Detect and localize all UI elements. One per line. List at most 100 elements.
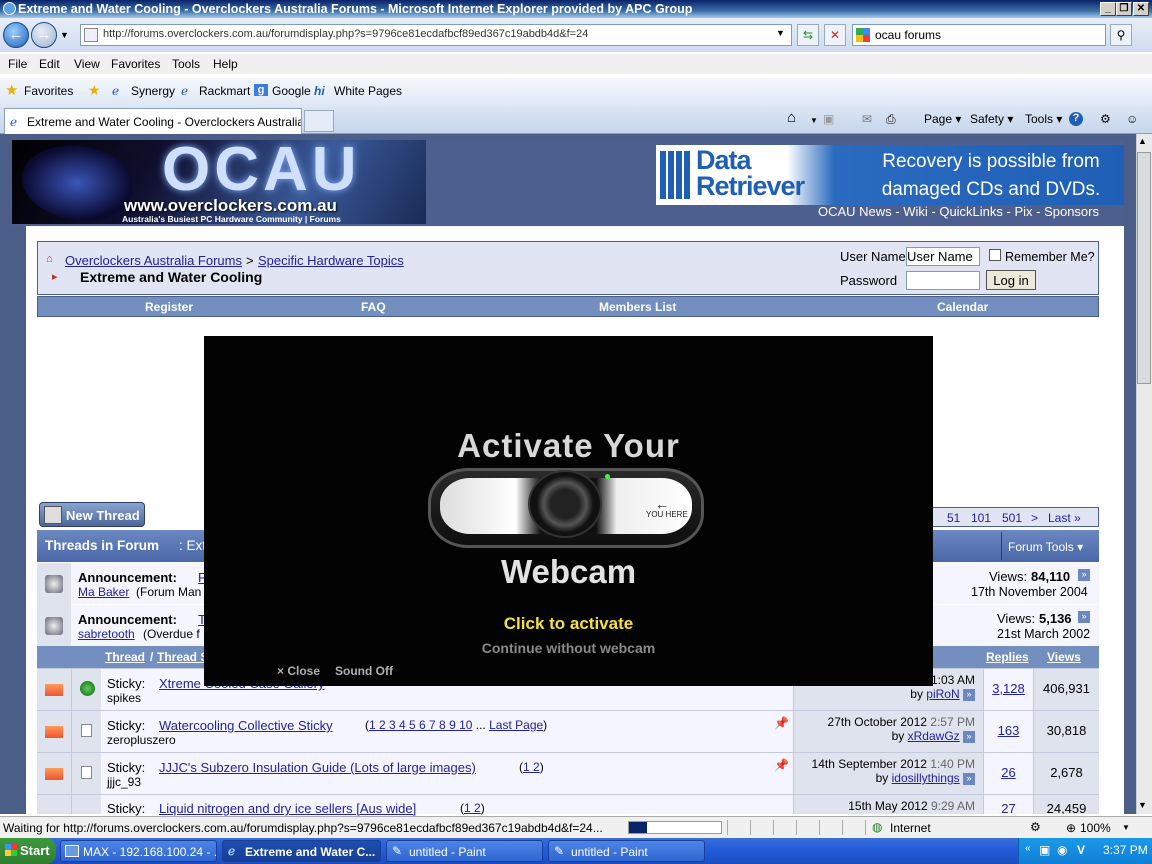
last-poster[interactable]: xRdawGz: [908, 729, 960, 743]
thread-title[interactable]: Liquid nitrogen and dry ice sellers [Aus…: [159, 801, 416, 816]
close-window-button[interactable]: ✕: [1133, 2, 1149, 16]
go-to-last-post-icon[interactable]: »: [963, 730, 975, 743]
remember-me-checkbox[interactable]: [989, 249, 1001, 261]
go-to-last-post-icon[interactable]: »: [963, 772, 975, 785]
favorites-button[interactable]: Favorites: [24, 84, 73, 98]
tab-active[interactable]: ℯ Extreme and Water Cooling - Overclocke…: [4, 108, 302, 134]
page-menu[interactable]: Page ▾: [924, 112, 961, 126]
favorite-google[interactable]: Google: [272, 84, 311, 98]
taskbar-item-ie[interactable]: ℯ Extreme and Water C...: [222, 840, 381, 862]
page-links[interactable]: 1 2 3 4 5 6 7 8 9 10: [369, 718, 472, 732]
replies-count[interactable]: 26: [1001, 765, 1015, 780]
scroll-up-arrow-icon[interactable]: ▲: [1138, 136, 1147, 146]
last-poster[interactable]: piRoN: [926, 687, 959, 701]
research-icon[interactable]: ⚙: [1100, 112, 1111, 126]
tools-menu[interactable]: Tools ▾: [1025, 112, 1062, 126]
home-dropdown-chevron-icon[interactable]: ▼: [810, 116, 818, 125]
replies-count[interactable]: 163: [998, 723, 1020, 738]
taskbar-item-max[interactable]: MAX - 192.168.100.24 - ...: [60, 840, 217, 862]
recent-pages-chevron-icon[interactable]: ▼: [60, 30, 69, 40]
tray-expand-icon[interactable]: «: [1025, 843, 1031, 854]
sort-by-views[interactable]: Views: [1047, 650, 1081, 664]
address-input[interactable]: http://forums.overclockers.com.au/forumd…: [80, 24, 792, 46]
protected-mode-icon[interactable]: ⚙: [1030, 820, 1041, 834]
antivirus-icon[interactable]: V: [1077, 843, 1085, 857]
feeds-icon[interactable]: ▣: [823, 112, 834, 126]
click-to-activate-button[interactable]: Click to activate: [204, 614, 933, 634]
safety-menu[interactable]: Safety ▾: [970, 112, 1013, 126]
nav-calendar[interactable]: Calendar: [937, 300, 988, 314]
nav-register[interactable]: Register: [145, 300, 193, 314]
window-titlebar[interactable]: Extreme and Water Cooling - Overclockers…: [0, 0, 1152, 18]
clock[interactable]: 3:37 PM: [1103, 843, 1148, 857]
add-favorite-icon[interactable]: ★: [88, 82, 101, 99]
overlay-close-button[interactable]: × Close: [277, 664, 320, 678]
menu-tools[interactable]: Tools: [172, 57, 200, 71]
messenger-icon[interactable]: ☺: [1126, 112, 1138, 126]
favorite-rackmart[interactable]: Rackmart: [199, 84, 250, 98]
page-next[interactable]: >: [1031, 511, 1038, 525]
nav-members-list[interactable]: Members List: [599, 300, 676, 314]
search-input[interactable]: ocau forums: [852, 24, 1106, 46]
login-button[interactable]: Log in: [986, 270, 1036, 290]
minimize-button[interactable]: _: [1100, 2, 1116, 16]
back-button[interactable]: ←: [3, 22, 29, 48]
page-link-51[interactable]: 51: [947, 511, 960, 525]
search-go-button[interactable]: ⚲: [1110, 24, 1132, 46]
mail-icon[interactable]: ✉: [862, 112, 872, 126]
help-icon[interactable]: ?: [1069, 112, 1083, 126]
page-last[interactable]: Last »: [1048, 511, 1081, 525]
favorite-white-pages[interactable]: White Pages: [334, 84, 402, 98]
page-links[interactable]: 1 2: [523, 760, 540, 774]
zoom-icon[interactable]: ⊕: [1066, 821, 1076, 835]
network-icon[interactable]: ▣: [1039, 843, 1050, 857]
thread-title[interactable]: Watercooling Collective Sticky: [159, 718, 333, 733]
menu-file[interactable]: File: [8, 57, 27, 71]
new-tab-button[interactable]: [304, 110, 334, 132]
overlay-sound-off-button[interactable]: Sound Off: [335, 664, 393, 678]
refresh-button[interactable]: ⇆: [797, 24, 819, 46]
stop-button[interactable]: ✕: [824, 24, 846, 46]
new-thread-button[interactable]: New Thread: [39, 502, 145, 527]
home-icon[interactable]: ⌂: [787, 109, 796, 126]
menu-favorites[interactable]: Favorites: [111, 57, 160, 71]
thread-title[interactable]: JJJC's Subzero Insulation Guide (Lots of…: [159, 760, 476, 775]
zoom-level[interactable]: 100%: [1080, 821, 1111, 835]
announcement-author[interactable]: sabretooth: [78, 627, 135, 641]
username-input[interactable]: [906, 247, 980, 266]
taskbar-item-paint-1[interactable]: ✎ untitled - Paint: [386, 840, 543, 862]
continue-without-webcam-button[interactable]: Continue without webcam: [204, 640, 933, 656]
replies-count[interactable]: 27: [1001, 801, 1015, 814]
scroll-down-arrow-icon[interactable]: ▼: [1138, 800, 1147, 810]
announcement-author[interactable]: Ma Baker: [78, 585, 129, 599]
go-to-post-icon[interactable]: »: [1078, 611, 1090, 623]
top-links[interactable]: OCAU News - Wiki - QuickLinks - Pix - Sp…: [818, 204, 1099, 219]
data-retriever-ad-banner[interactable]: Data Retriever Recovery is possible from d…: [656, 145, 1124, 205]
go-to-last-post-icon[interactable]: »: [963, 688, 975, 701]
taskbar-item-paint-2[interactable]: ✎ untitled - Paint: [548, 840, 705, 862]
scrollbar-thumb[interactable]: [1137, 152, 1151, 384]
last-poster[interactable]: idosillythings: [892, 771, 960, 785]
print-icon[interactable]: ⎙: [886, 112, 896, 127]
menu-edit[interactable]: Edit: [39, 57, 60, 71]
breadcrumb-parent[interactable]: Specific Hardware Topics: [258, 253, 404, 268]
go-to-post-icon[interactable]: »: [1078, 569, 1090, 581]
password-input[interactable]: [906, 271, 980, 290]
page-link-501[interactable]: 501: [1002, 511, 1022, 525]
sort-by-starter[interactable]: Thread S: [157, 650, 208, 664]
sort-by-replies[interactable]: Replies: [986, 650, 1029, 664]
start-button[interactable]: Start: [0, 838, 56, 864]
volume-icon[interactable]: ◉: [1057, 843, 1067, 857]
page-link-101[interactable]: 101: [971, 511, 991, 525]
thread-last-page[interactable]: Last Page: [489, 718, 543, 732]
breadcrumb-root[interactable]: Overclockers Australia Forums: [65, 253, 242, 268]
zoom-dropdown-chevron-icon[interactable]: ▼: [1122, 823, 1130, 832]
menu-view[interactable]: View: [74, 57, 100, 71]
forward-button[interactable]: →: [31, 22, 57, 48]
forum-tools-menu[interactable]: Forum Tools ▾: [1001, 532, 1095, 560]
ocau-logo[interactable]: OCAU www.overclockers.com.au Australia's…: [12, 140, 426, 224]
address-dropdown-chevron-icon[interactable]: ▼: [776, 28, 785, 38]
menu-help[interactable]: Help: [213, 57, 238, 71]
maximize-button[interactable]: ❐: [1116, 2, 1132, 16]
favorite-synergy[interactable]: Synergy: [131, 84, 175, 98]
